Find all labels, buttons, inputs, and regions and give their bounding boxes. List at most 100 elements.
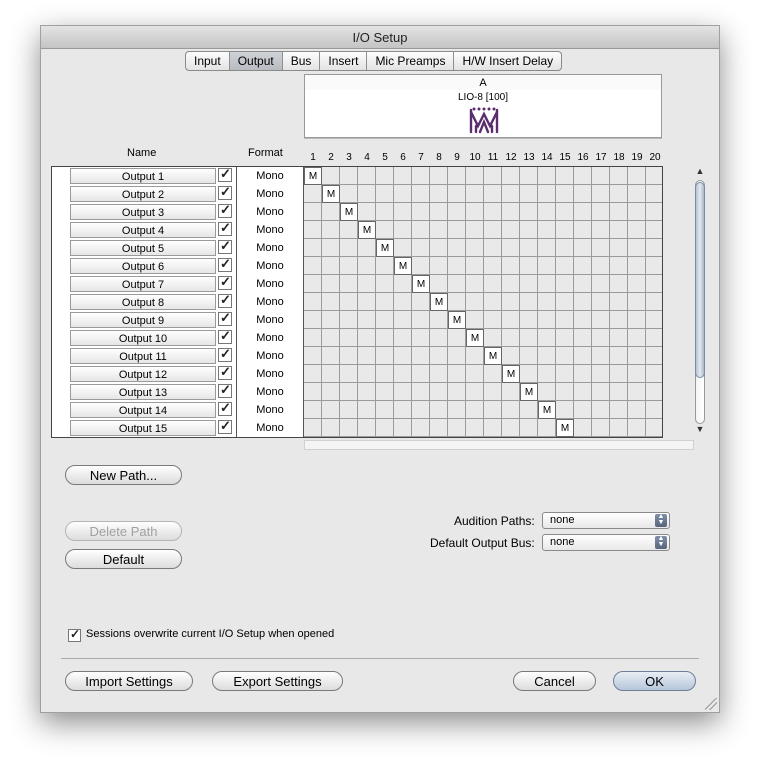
channel-grid-cell[interactable]	[646, 221, 662, 239]
channel-grid-cell[interactable]	[628, 203, 646, 221]
channel-grid-cell[interactable]	[412, 401, 430, 419]
scroll-thumb[interactable]	[695, 182, 705, 378]
channel-assignment-cell[interactable]: M	[340, 203, 358, 221]
channel-grid-cell[interactable]	[322, 167, 340, 185]
channel-grid-cell[interactable]	[610, 293, 628, 311]
tab-insert[interactable]: Insert	[320, 52, 368, 70]
channel-grid-cell[interactable]	[592, 329, 610, 347]
channel-grid-cell[interactable]	[520, 365, 538, 383]
channel-grid-cell[interactable]	[538, 275, 556, 293]
channel-grid-cell[interactable]	[304, 221, 322, 239]
channel-grid-cell[interactable]	[466, 257, 484, 275]
channel-grid-cell[interactable]	[610, 275, 628, 293]
channel-grid-cell[interactable]	[376, 419, 394, 437]
channel-grid-cell[interactable]	[556, 185, 574, 203]
channel-grid-cell[interactable]	[538, 185, 556, 203]
channel-grid-cell[interactable]	[448, 365, 466, 383]
channel-grid-cell[interactable]	[466, 419, 484, 437]
channel-grid-cell[interactable]	[340, 347, 358, 365]
channel-grid-cell[interactable]	[520, 257, 538, 275]
path-format[interactable]: Mono	[236, 239, 304, 257]
channel-grid-cell[interactable]	[304, 185, 322, 203]
channel-grid-cell[interactable]	[430, 257, 448, 275]
channel-grid-cell[interactable]	[340, 185, 358, 203]
channel-grid-cell[interactable]	[484, 203, 502, 221]
channel-grid-cell[interactable]	[592, 383, 610, 401]
channel-grid-cell[interactable]	[358, 239, 376, 257]
channel-grid-cell[interactable]	[610, 185, 628, 203]
horizontal-scrollbar[interactable]	[304, 440, 694, 450]
audition-paths-select[interactable]: none ▲ ▼	[542, 512, 670, 529]
tab-mic-preamps[interactable]: Mic Preamps	[367, 52, 455, 70]
channel-grid-cell[interactable]	[538, 329, 556, 347]
channel-grid-cell[interactable]	[304, 293, 322, 311]
channel-grid-cell[interactable]	[304, 311, 322, 329]
channel-grid-cell[interactable]	[304, 257, 322, 275]
channel-grid-cell[interactable]	[592, 221, 610, 239]
channel-grid-cell[interactable]	[448, 239, 466, 257]
channel-grid-cell[interactable]	[520, 347, 538, 365]
channel-grid-cell[interactable]	[466, 275, 484, 293]
channel-grid-cell[interactable]	[394, 347, 412, 365]
channel-grid-cell[interactable]	[502, 239, 520, 257]
channel-grid-cell[interactable]	[628, 239, 646, 257]
channel-grid-cell[interactable]	[646, 257, 662, 275]
channel-grid-cell[interactable]	[574, 347, 592, 365]
path-format[interactable]: Mono	[236, 401, 304, 419]
channel-grid-cell[interactable]	[646, 347, 662, 365]
path-active-checkbox[interactable]	[218, 346, 232, 362]
channel-assignment-cell[interactable]: M	[358, 221, 376, 239]
channel-grid-cell[interactable]	[322, 365, 340, 383]
channel-grid-cell[interactable]	[448, 203, 466, 221]
channel-grid-cell[interactable]	[394, 293, 412, 311]
channel-grid-cell[interactable]	[538, 239, 556, 257]
ok-button[interactable]: OK	[613, 671, 696, 691]
channel-grid-cell[interactable]	[430, 221, 448, 239]
channel-grid-cell[interactable]	[376, 257, 394, 275]
path-active-checkbox[interactable]	[218, 274, 232, 290]
channel-grid-cell[interactable]	[502, 257, 520, 275]
channel-grid-cell[interactable]	[340, 311, 358, 329]
path-name-field[interactable]: Output 11	[70, 348, 216, 364]
channel-grid-cell[interactable]	[592, 401, 610, 419]
channel-grid-cell[interactable]	[448, 293, 466, 311]
channel-grid-cell[interactable]	[430, 167, 448, 185]
tab-bus[interactable]: Bus	[283, 52, 321, 70]
default-output-bus-select[interactable]: none ▲ ▼	[542, 534, 670, 551]
channel-grid-cell[interactable]	[628, 365, 646, 383]
channel-grid-cell[interactable]	[610, 203, 628, 221]
channel-grid-cell[interactable]	[340, 239, 358, 257]
path-name-field[interactable]: Output 6	[70, 258, 216, 274]
channel-assignment-cell[interactable]: M	[556, 419, 574, 437]
channel-grid-cell[interactable]	[376, 275, 394, 293]
channel-grid-cell[interactable]	[574, 365, 592, 383]
path-active-checkbox[interactable]	[218, 238, 232, 254]
channel-grid-cell[interactable]	[466, 293, 484, 311]
channel-grid-cell[interactable]	[466, 383, 484, 401]
channel-grid-cell[interactable]	[340, 257, 358, 275]
channel-grid-cell[interactable]	[520, 329, 538, 347]
channel-grid-cell[interactable]	[538, 383, 556, 401]
channel-grid-cell[interactable]	[358, 401, 376, 419]
channel-grid-cell[interactable]	[538, 257, 556, 275]
channel-grid-cell[interactable]	[610, 167, 628, 185]
path-active-checkbox[interactable]	[218, 256, 232, 272]
channel-grid-cell[interactable]	[574, 419, 592, 437]
channel-grid-cell[interactable]	[448, 401, 466, 419]
channel-grid-cell[interactable]	[394, 275, 412, 293]
path-active-checkbox[interactable]	[218, 220, 232, 236]
channel-grid-cell[interactable]	[376, 311, 394, 329]
channel-grid-cell[interactable]	[610, 347, 628, 365]
channel-grid-cell[interactable]	[646, 203, 662, 221]
channel-grid-cell[interactable]	[628, 275, 646, 293]
channel-grid-cell[interactable]	[556, 239, 574, 257]
tab-output[interactable]: Output	[229, 52, 283, 70]
channel-grid-cell[interactable]	[484, 257, 502, 275]
channel-grid-cell[interactable]	[574, 329, 592, 347]
channel-grid-cell[interactable]	[466, 239, 484, 257]
channel-grid-cell[interactable]	[628, 401, 646, 419]
channel-grid-cell[interactable]	[484, 185, 502, 203]
channel-grid-cell[interactable]	[376, 365, 394, 383]
channel-grid-cell[interactable]	[484, 419, 502, 437]
path-name-field[interactable]: Output 12	[70, 366, 216, 382]
